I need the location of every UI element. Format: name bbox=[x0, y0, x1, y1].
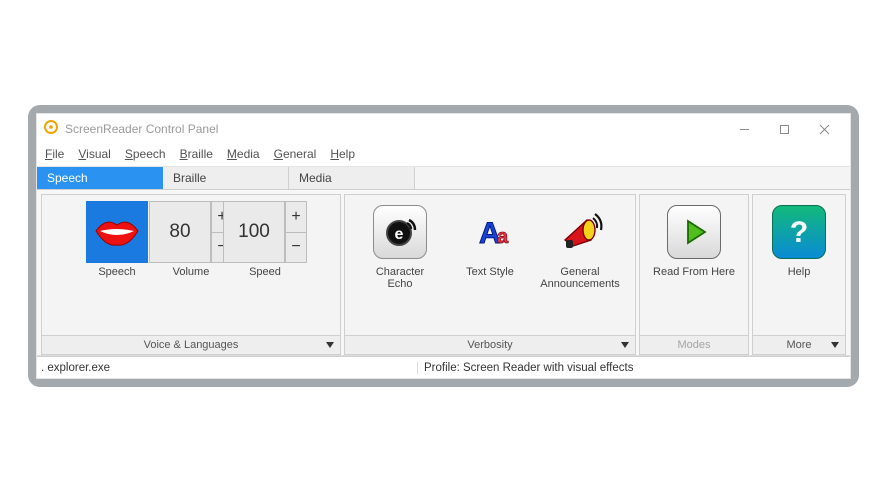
voice-footer-label: Voice & Languages bbox=[144, 339, 239, 351]
status-left: . explorer.exe bbox=[37, 362, 417, 374]
svg-text:?: ? bbox=[790, 216, 808, 249]
title-bar: ScreenReader Control Panel bbox=[37, 114, 850, 144]
item-char-echo[interactable]: e Character Echo bbox=[357, 201, 443, 290]
minimize-button[interactable] bbox=[724, 115, 764, 143]
play-icon bbox=[667, 205, 721, 259]
window-bezel: ScreenReader Control Panel File Visual S… bbox=[28, 105, 859, 387]
menu-media[interactable]: Media bbox=[227, 147, 260, 161]
help-label: Help bbox=[788, 266, 811, 290]
group-verbosity: e Character Echo A a Text Style bbox=[344, 194, 636, 355]
menu-help[interactable]: Help bbox=[330, 147, 355, 161]
item-help[interactable]: ? Help bbox=[764, 201, 834, 290]
speed-down-button[interactable]: − bbox=[286, 233, 306, 263]
tab-speech[interactable]: Speech bbox=[37, 167, 163, 189]
verbosity-footer[interactable]: Verbosity bbox=[345, 335, 635, 354]
menu-visual[interactable]: Visual bbox=[78, 147, 110, 161]
tab-braille[interactable]: Braille bbox=[163, 167, 289, 189]
maximize-button[interactable] bbox=[764, 115, 804, 143]
speed-up-button[interactable]: + bbox=[286, 202, 306, 233]
tab-strip: Speech Braille Media bbox=[37, 166, 850, 190]
item-speech[interactable]: Speech bbox=[82, 201, 152, 290]
megaphone-icon bbox=[553, 205, 607, 259]
app-icon bbox=[43, 119, 59, 140]
status-right: Profile: Screen Reader with visual effec… bbox=[417, 362, 828, 374]
char-echo-label: Character Echo bbox=[376, 266, 424, 290]
ribbon: Speech 80 + − Volume bbox=[37, 190, 850, 356]
app-window: ScreenReader Control Panel File Visual S… bbox=[36, 113, 851, 379]
volume-value-box: 80 bbox=[149, 201, 211, 263]
volume-label: Volume bbox=[173, 266, 210, 290]
echo-icon: e bbox=[373, 205, 427, 259]
menu-general[interactable]: General bbox=[274, 147, 317, 161]
text-style-label: Text Style bbox=[466, 266, 514, 290]
item-volume: 80 + − Volume bbox=[156, 201, 226, 290]
item-text-style[interactable]: A a Text Style bbox=[447, 201, 533, 290]
question-icon: ? bbox=[772, 205, 826, 259]
menu-bar: File Visual Speech Braille Media General… bbox=[37, 144, 850, 166]
close-button[interactable] bbox=[804, 115, 844, 143]
chevron-down-icon bbox=[831, 342, 839, 348]
group-voice: Speech 80 + − Volume bbox=[41, 194, 341, 355]
svg-text:a: a bbox=[497, 226, 509, 248]
item-announcements[interactable]: General Announcements bbox=[537, 201, 623, 290]
window-title: ScreenReader Control Panel bbox=[65, 122, 218, 136]
menu-file[interactable]: File bbox=[45, 147, 64, 161]
modes-footer: Modes bbox=[640, 335, 748, 354]
menu-braille[interactable]: Braille bbox=[180, 147, 213, 161]
speech-label: Speech bbox=[98, 266, 135, 290]
speed-stepper: + − bbox=[285, 201, 307, 263]
modes-footer-label: Modes bbox=[677, 339, 710, 351]
group-modes: Read From Here Modes bbox=[639, 194, 749, 355]
speed-label: Speed bbox=[249, 266, 281, 290]
chevron-down-icon bbox=[326, 342, 334, 348]
chevron-down-icon bbox=[621, 342, 629, 348]
text-style-icon: A a bbox=[463, 205, 517, 259]
volume-value: 80 bbox=[169, 221, 190, 243]
speed-value-box: 100 bbox=[223, 201, 285, 263]
app-frame: ScreenReader Control Panel File Visual S… bbox=[0, 0, 889, 500]
more-footer-label: More bbox=[786, 339, 811, 351]
group-more: ? Help More bbox=[752, 194, 846, 355]
announce-label: General Announcements bbox=[540, 266, 620, 290]
tab-media[interactable]: Media bbox=[289, 167, 415, 189]
menu-speech[interactable]: Speech bbox=[125, 147, 166, 161]
status-bar: . explorer.exe Profile: Screen Reader wi… bbox=[37, 356, 850, 378]
read-label: Read From Here bbox=[653, 266, 735, 290]
svg-text:e: e bbox=[395, 226, 404, 243]
lips-icon bbox=[86, 201, 148, 263]
more-footer[interactable]: More bbox=[753, 335, 845, 354]
speed-value: 100 bbox=[238, 221, 270, 243]
voice-footer[interactable]: Voice & Languages bbox=[42, 335, 340, 354]
item-read-from-here[interactable]: Read From Here bbox=[651, 201, 737, 290]
item-speed: 100 + − Speed bbox=[230, 201, 300, 290]
verbosity-footer-label: Verbosity bbox=[467, 339, 512, 351]
